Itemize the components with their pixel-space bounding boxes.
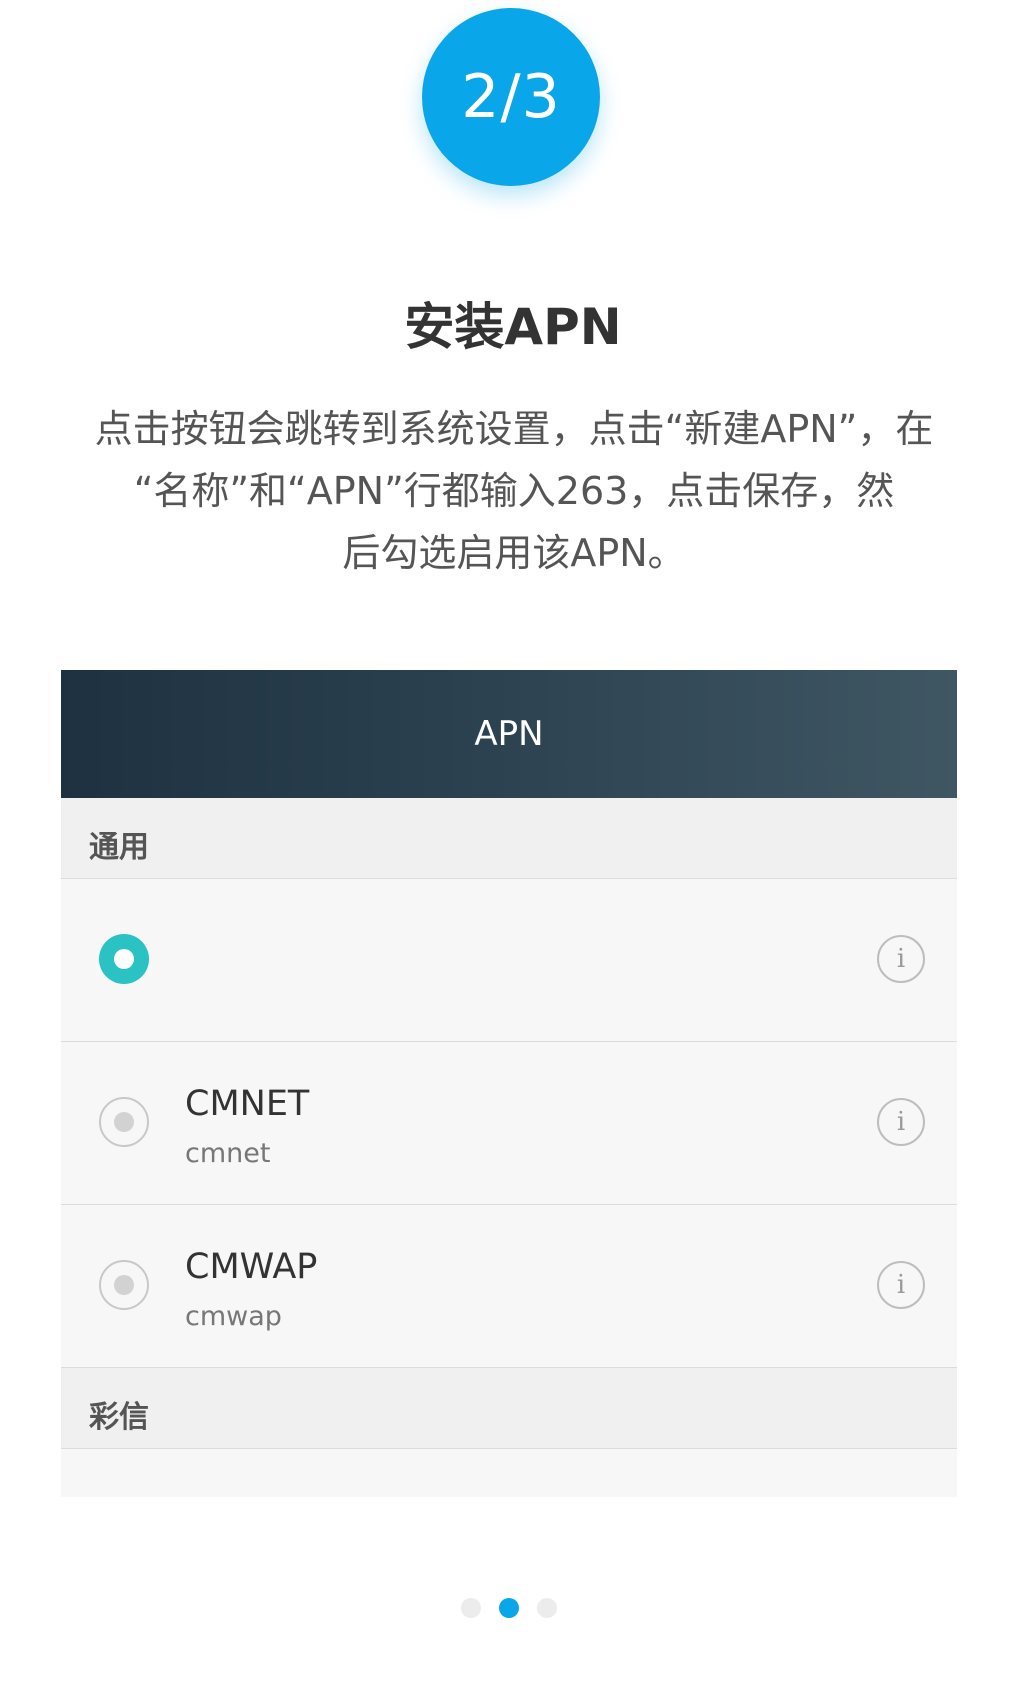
step-badge: 2/3 bbox=[422, 8, 600, 186]
radio-dot bbox=[114, 949, 134, 969]
radio-unselected[interactable] bbox=[99, 1097, 149, 1147]
apn-subtitle: cmnet bbox=[185, 1138, 271, 1169]
info-icon[interactable]: i bbox=[877, 935, 925, 983]
apn-header-title: APN bbox=[474, 714, 544, 754]
apn-item[interactable]: i bbox=[61, 879, 957, 1042]
apn-subtitle: cmwap bbox=[185, 1301, 282, 1332]
page-dot[interactable] bbox=[537, 1598, 557, 1618]
apn-item-cmwap[interactable]: CMWAP cmwap i bbox=[61, 1205, 957, 1368]
section-general: 通用 bbox=[61, 798, 957, 879]
info-icon[interactable]: i bbox=[877, 1261, 925, 1309]
radio-selected[interactable] bbox=[99, 934, 149, 984]
instruction-text: 点击按钮会跳转到系统设置，点击“新建APN”，在 “名称”和“APN”行都输入2… bbox=[58, 398, 970, 584]
apn-item-cmnet[interactable]: CMNET cmnet i bbox=[61, 1042, 957, 1205]
page-dot-active[interactable] bbox=[499, 1598, 519, 1618]
instruction-line: 点击按钮会跳转到系统设置，点击“新建APN”，在 bbox=[94, 407, 934, 451]
radio-dot bbox=[114, 1112, 134, 1132]
apn-name: CMNET bbox=[185, 1084, 310, 1124]
page-title: 安装APN bbox=[404, 298, 622, 356]
apn-name: CMWAP bbox=[185, 1247, 318, 1287]
apn-settings-screenshot: APN 通用 i CMNET cmnet i CMWAP cmwap i 彩信 bbox=[61, 670, 957, 1497]
info-icon[interactable]: i bbox=[877, 1098, 925, 1146]
apn-header-bar: APN bbox=[61, 670, 957, 798]
section-label-mms: 彩信 bbox=[89, 1400, 149, 1435]
section-mms: 彩信 bbox=[61, 1368, 957, 1449]
page-dot[interactable] bbox=[461, 1598, 481, 1618]
page-indicator bbox=[0, 1598, 1026, 1620]
step-indicator-text: 2/3 bbox=[461, 62, 561, 132]
radio-unselected[interactable] bbox=[99, 1260, 149, 1310]
instruction-line: 后勾选启用该APN。 bbox=[342, 531, 686, 575]
section-label-general: 通用 bbox=[89, 830, 149, 865]
radio-dot bbox=[114, 1275, 134, 1295]
instruction-line: “名称”和“APN”行都输入263，点击保存，然 bbox=[133, 469, 895, 513]
